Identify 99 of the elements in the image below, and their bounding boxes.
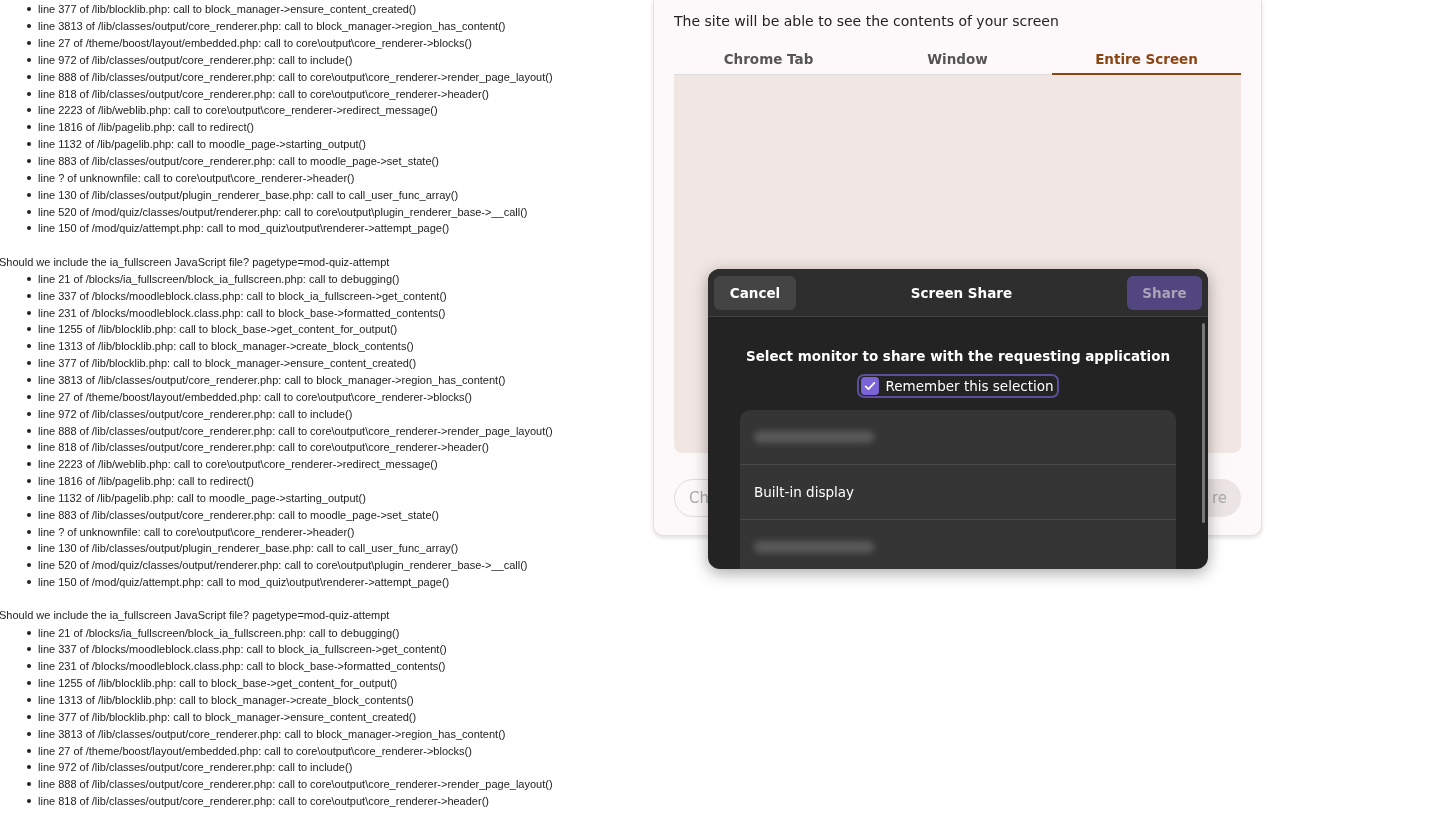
bullet-icon [27,495,31,500]
debug-message: Should we include the ia_fullscreen JavaScript file? pagetype=mod-quiz-attempt [0,608,391,624]
backtrace-line: line 1313 of /lib/blocklib.php: call to block_manager->create_block_contents() [38,340,414,353]
backtrace-line: line 2223 of /lib/weblib.php: call to core\output\core_renderer->redirect_message() [38,458,438,471]
backtrace-line: line 337 of /blocks/moodleblock.class.php: call to block_ia_fullscreen->get_content() [38,643,447,656]
backtrace-line: line 1255 of /lib/blocklib.php: call to block_base->get_content_for_output() [38,677,398,690]
bullet-icon [27,411,31,416]
backtrace-line: line ? of unknownfile: call to core\output\core_renderer->header() [38,525,355,538]
backtrace-line: line 150 of /mod/quiz/attempt.php: call to mod_quiz\output\renderer->attempt_page() [38,576,450,589]
cancel-button[interactable]: Cancel [714,275,796,310]
bullet-icon [27,714,31,719]
backtrace-line: line 3813 of /lib/classes/output/core_renderer.php: call to block_manager->region_has_content() [38,20,506,33]
bullet-icon [27,512,31,517]
bullet-icon [27,74,31,79]
bullet-icon [27,681,31,686]
bullet-icon [27,108,31,113]
backtrace-line: line 883 of /lib/classes/output/core_renderer.php: call to moodle_page->set_state() [38,508,439,521]
backtrace-line: line 130 of /lib/classes/output/plugin_renderer_base.php: call to call_user_func_array() [38,188,459,201]
bullet-icon [27,226,31,231]
dialog-prompt: Select monitor to share with the requesting application [744,347,1172,364]
backtrace-line: line 377 of /lib/blocklib.php: call to block_manager->ensure_content_created() [38,710,417,723]
backtrace-line: line 3813 of /lib/classes/output/core_renderer.php: call to block_manager->region_has_content() [38,727,506,740]
bullet-icon [27,529,31,534]
bullet-icon [27,462,31,467]
share-tab[interactable]: Window [863,47,1052,75]
bullet-icon [27,731,31,736]
backtrace-line: line 972 of /lib/classes/output/core_renderer.php: call to include() [38,407,353,420]
bullet-icon [27,175,31,180]
bullet-icon [27,344,31,349]
bullet-icon [27,765,31,770]
backtrace-line: line 888 of /lib/classes/output/core_renderer.php: call to core\output\core_renderer->render_page_layout() [38,424,553,437]
bullet-icon [27,209,31,214]
backtrace-line: line 27 of /theme/boost/layout/embedded.php: call to core\output\core_renderer->blocks() [38,37,472,50]
bullet-icon [27,664,31,669]
bullet-icon [27,782,31,787]
bullet-icon [27,327,31,332]
backtrace-line: line 27 of /theme/boost/layout/embedded.php: call to core\output\core_renderer->blocks() [38,744,472,757]
bullet-icon [27,91,31,96]
backtrace-line: line 1313 of /lib/blocklib.php: call to block_manager->create_block_contents() [38,694,414,706]
backtrace-line: line 231 of /blocks/moodleblock.class.php: call to block_base->formatted_contents() [38,660,446,673]
backtrace-line: line 520 of /mod/quiz/classes/output/renderer.php: call to core\output\plugin_renderer_base->__call() [38,205,528,218]
bullet-icon [27,647,31,652]
backtrace-line: line 150 of /mod/quiz/attempt.php: call to mod_quiz\output\renderer->attempt_page() [38,222,450,235]
bullet-icon [27,799,31,804]
backtrace-line: line 1816 of /lib/pagelib.php: call to redirect() [38,121,254,134]
monitor-item[interactable]: Built-in display [754,484,855,500]
backtrace-line: line ? of unknownfile: call to core\output\core_renderer->header() [38,171,355,184]
debug-message: Should we include the ia_fullscreen JavaScript file? pagetype=mod-quiz-attempt [0,254,391,270]
bullet-icon [27,192,31,197]
backtrace-line: line 818 of /lib/classes/output/core_renderer.php: call to core\output\core_renderer->header() [38,87,489,100]
backtrace-line: line 1255 of /lib/blocklib.php: call to block_base->get_content_for_output() [38,323,398,336]
bullet-icon [27,563,31,568]
bullet-icon [27,479,31,484]
backtrace-line: line 2223 of /lib/weblib.php: call to core\output\core_renderer->redirect_message() [38,104,438,117]
backtrace-line: line 337 of /blocks/moodleblock.class.php: call to block_ia_fullscreen->get_content() [38,289,447,302]
backtrace-line: line 888 of /lib/classes/output/core_renderer.php: call to core\output\core_renderer->render_page_layout() [38,70,553,83]
backtrace-line: line 520 of /mod/quiz/classes/output/renderer.php: call to core\output\plugin_renderer_base->__call() [38,559,528,572]
backtrace-line: line 130 of /lib/classes/output/plugin_renderer_base.php: call to call_user_func_array() [38,542,459,555]
backtrace-line: line 377 of /lib/blocklib.php: call to block_manager->ensure_content_created() [38,3,417,16]
bullet-icon [27,630,31,635]
bullet-icon [27,378,31,382]
share-tab[interactable]: Chrome Tab [674,47,863,75]
backtrace-line: line 231 of /blocks/moodleblock.class.php: call to block_base->formatted_contents() [38,306,446,319]
bullet-icon [27,361,31,366]
backtrace-line: line 818 of /lib/classes/output/core_renderer.php: call to core\output\core_renderer->header() [38,441,489,454]
bullet-icon [27,546,31,551]
remember-checkbox[interactable]: Remember this selection [857,374,1059,398]
backtrace-line: line 21 of /blocks/ia_fullscreen/block_ia_fullscreen.php: call to debugging() [38,272,400,285]
backtrace-line: line 21 of /blocks/ia_fullscreen/block_ia_fullscreen.php: call to debugging() [38,626,400,639]
bullet-icon [27,142,31,147]
bullet-icon [27,428,31,433]
bullet-icon [27,159,31,163]
bullet-icon [27,7,31,12]
bullet-icon [27,57,31,62]
checkbox-icon[interactable] [861,377,880,395]
bullet-icon [27,125,31,130]
bullet-icon [27,748,31,753]
bullet-icon [27,445,31,450]
backtrace-line: line 972 of /lib/classes/output/core_renderer.php: call to include() [38,761,353,774]
bullet-icon [27,310,31,315]
bullet-icon [27,698,31,702]
bullet-icon [27,293,31,298]
backtrace-line: line 1132 of /lib/pagelib.php: call to moodle_page->starting_output() [38,138,366,151]
bullet-icon [27,41,31,46]
backtrace-line: line 888 of /lib/classes/output/core_renderer.php: call to core\output\core_renderer->render_page_layout() [38,778,553,791]
bullet-icon [27,580,31,585]
backtrace-line: line 3813 of /lib/classes/output/core_renderer.php: call to block_manager->region_has_content() [38,374,506,386]
share-description: The site will be able to see the contents of your screen [674,13,1060,31]
backtrace-line: line 1816 of /lib/pagelib.php: call to redirect() [38,475,254,488]
backtrace-line: line 377 of /lib/blocklib.php: call to block_manager->ensure_content_created() [38,357,417,370]
bullet-icon [27,276,31,281]
bullet-icon [27,24,31,29]
dialog-title: Screen Share [910,284,1013,301]
backtrace-line: line 27 of /theme/boost/layout/embedded.php: call to core\output\core_renderer->blocks() [38,390,472,403]
backtrace-line: line 972 of /lib/classes/output/core_renderer.php: call to include() [38,53,353,66]
backtrace-line: line 883 of /lib/classes/output/core_renderer.php: call to moodle_page->set_state() [38,155,439,167]
backtrace-line: line 1132 of /lib/pagelib.php: call to moodle_page->starting_output() [38,491,366,504]
bullet-icon [27,394,31,399]
backtrace-line: line 818 of /lib/classes/output/core_renderer.php: call to core\output\core_renderer->header() [38,795,489,808]
